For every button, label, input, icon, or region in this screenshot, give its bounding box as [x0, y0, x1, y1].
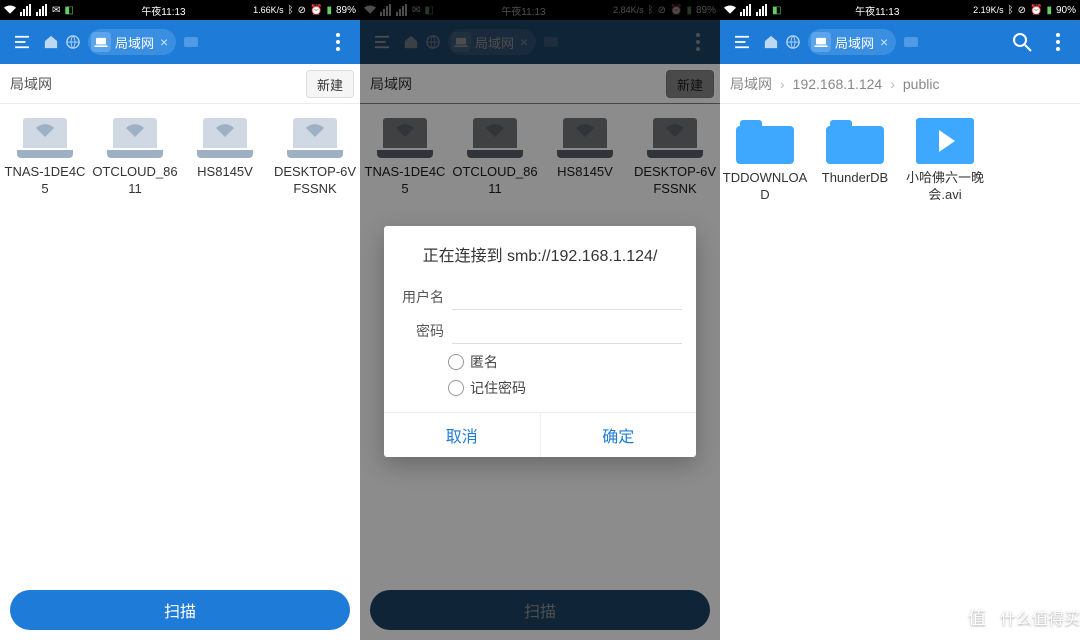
breadcrumb-seg[interactable]: 192.168.1.124: [793, 76, 883, 92]
laptop-icon: [17, 118, 73, 158]
wifi-icon: [724, 4, 736, 16]
breadcrumb-seg[interactable]: 局域网: [730, 74, 772, 94]
phone-screen-2: ✉ ◧ 午夜11:13 2.84K/s ᛒ ⊘ ⏰ ▮ 89% 局域网 ×: [360, 0, 720, 640]
alarm-icon: ⏰: [310, 5, 322, 16]
alarm-icon: ⏰: [1030, 5, 1042, 16]
phone-screen-3: ◧ 午夜11:13 2.19K/s ᛒ ⊘ ⏰ ▮ 90% 局域网 ×: [720, 0, 1080, 640]
folder-icon: [826, 118, 884, 164]
app-toolbar: 局域网 ×: [0, 20, 360, 64]
dnd-icon: ⊘: [298, 5, 306, 16]
app-toolbar: 局域网 ×: [720, 20, 1080, 64]
close-tab-icon[interactable]: ×: [158, 34, 170, 50]
laptop-icon: [107, 118, 163, 158]
password-input[interactable]: [452, 318, 682, 344]
battery-icon: ▮: [1046, 5, 1052, 16]
breadcrumb: 局域网 › 192.168.1.124 › public: [720, 64, 1080, 104]
lan-icon: [811, 32, 831, 52]
battery-text: 90%: [1056, 5, 1076, 16]
laptop-icon: [287, 118, 343, 158]
battery-icon: ▮: [326, 5, 332, 16]
watermark: 值 什么值得买: [960, 600, 1080, 634]
status-bar: ✉ ◧ 午夜11:13 1.66K/s ᛒ ⊘ ⏰ ▮ 89%: [0, 0, 360, 20]
username-input[interactable]: [452, 284, 682, 310]
device-item[interactable]: TNAS-1DE4C5: [0, 112, 90, 204]
folder-item[interactable]: TDDOWNLOAD: [720, 112, 810, 210]
signal-icon: [756, 4, 768, 16]
overflow-menu[interactable]: [324, 28, 352, 56]
globe-icon[interactable]: [66, 35, 80, 49]
tab-label: 局域网: [835, 33, 874, 52]
wifi-icon: [4, 4, 16, 16]
device-item[interactable]: DESKTOP-6VFSSNK: [270, 112, 360, 204]
menu-button[interactable]: [728, 28, 756, 56]
ok-button[interactable]: 确定: [540, 413, 697, 457]
phone-screen-1: ✉ ◧ 午夜11:13 1.66K/s ᛒ ⊘ ⏰ ▮ 89% 局域网 ×: [0, 0, 360, 640]
new-button[interactable]: 新建: [306, 70, 354, 98]
video-item[interactable]: 小哈佛六一晚会.avi: [900, 112, 990, 210]
dnd-icon: ⊘: [1018, 5, 1026, 16]
lan-icon: [91, 32, 111, 52]
tab-label: 局域网: [115, 33, 154, 52]
video-icon: [916, 118, 974, 164]
location-tab[interactable]: 局域网 ×: [88, 29, 176, 55]
signal-icon: [20, 4, 32, 16]
bluetooth-icon: ᛒ: [288, 5, 294, 16]
home-icon[interactable]: [44, 35, 58, 49]
app-indicator-icon: ◧: [772, 5, 781, 16]
breadcrumb-root[interactable]: 局域网: [10, 74, 52, 94]
password-label: 密码: [398, 321, 444, 341]
dialog-title: 正在连接到 smb://192.168.1.124/: [398, 242, 682, 266]
connect-dialog: 正在连接到 smb://192.168.1.124/ 用户名 密码 匿名 记住密…: [384, 226, 696, 457]
app-indicator-icon: ◧: [64, 5, 73, 16]
status-bar: ◧ 午夜11:13 2.19K/s ᛒ ⊘ ⏰ ▮ 90%: [720, 0, 1080, 20]
clock-text: 午夜11:13: [855, 3, 899, 18]
bluetooth-icon: ᛒ: [1008, 5, 1014, 16]
folder-item[interactable]: ThunderDB: [810, 112, 900, 210]
overflow-menu[interactable]: [1044, 28, 1072, 56]
menu-button[interactable]: [8, 28, 36, 56]
net-speed: 2.19K/s: [973, 5, 1004, 15]
device-item[interactable]: HS8145V: [180, 112, 270, 204]
folder-icon: [736, 118, 794, 164]
laptop-icon: [197, 118, 253, 158]
scan-button[interactable]: 扫描: [10, 590, 350, 630]
cancel-button[interactable]: 取消: [384, 413, 540, 457]
close-tab-icon[interactable]: ×: [878, 34, 890, 50]
watermark-icon: 值: [960, 600, 994, 634]
anonymous-checkbox[interactable]: 匿名: [398, 352, 682, 372]
search-button[interactable]: [1008, 28, 1036, 56]
net-speed: 1.66K/s: [253, 5, 284, 15]
globe-icon[interactable]: [786, 35, 800, 49]
file-grid: TDDOWNLOAD ThunderDB 小哈佛六一晚会.avi: [720, 104, 1080, 218]
device-grid: TNAS-1DE4C5 OTCLOUD_8611 HS8145V DESKTOP…: [0, 104, 360, 212]
signal-icon: [740, 4, 752, 16]
new-tab-button[interactable]: [184, 37, 198, 47]
signal-icon: [36, 4, 48, 16]
breadcrumb-seg[interactable]: public: [903, 76, 940, 92]
username-label: 用户名: [398, 287, 444, 307]
remember-checkbox[interactable]: 记住密码: [398, 378, 682, 398]
breadcrumb: 局域网 新建: [0, 64, 360, 104]
location-tab[interactable]: 局域网 ×: [808, 29, 896, 55]
new-tab-button[interactable]: [904, 37, 918, 47]
battery-text: 89%: [336, 5, 356, 16]
chevron-right-icon: ›: [890, 76, 895, 92]
home-icon[interactable]: [764, 35, 778, 49]
wechat-icon: ✉: [52, 5, 60, 16]
device-item[interactable]: OTCLOUD_8611: [90, 112, 180, 204]
chevron-right-icon: ›: [780, 76, 785, 92]
clock-text: 午夜11:13: [141, 3, 185, 18]
